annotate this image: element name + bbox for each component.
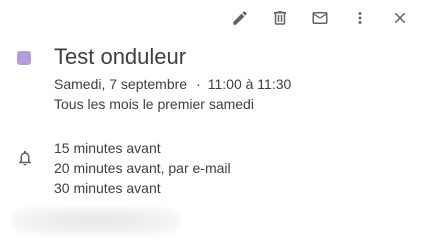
event-toolbar xyxy=(220,6,420,30)
reminder-item: 15 minutes avant xyxy=(54,140,161,156)
close-button[interactable] xyxy=(380,6,420,30)
pencil-icon xyxy=(231,9,249,27)
bell-icon xyxy=(16,149,34,167)
close-icon xyxy=(391,9,409,27)
event-date: Samedi, 7 septembre xyxy=(54,76,188,92)
more-options-button[interactable] xyxy=(340,6,380,30)
event-details-card: Test onduleur Samedi, 7 septembre · 11:00 … xyxy=(0,0,422,249)
more-vert-icon xyxy=(351,9,369,27)
reminder-item: 30 minutes avant xyxy=(54,180,161,196)
redacted-calendar-owner xyxy=(12,207,180,235)
edit-button[interactable] xyxy=(220,6,260,30)
event-date-time: Samedi, 7 septembre · 11:00 à 11:30 xyxy=(54,75,291,93)
event-title: Test onduleur xyxy=(54,44,187,69)
event-color-swatch xyxy=(17,51,31,65)
reminder-list: 15 minutes avant 20 minutes avant, par e… xyxy=(54,138,231,198)
reminder-item: 20 minutes avant, par e-mail xyxy=(54,160,231,176)
trash-icon xyxy=(271,9,289,27)
event-time: 11:00 à 11:30 xyxy=(207,76,292,92)
date-time-separator: · xyxy=(196,76,201,92)
delete-button[interactable] xyxy=(260,6,300,30)
email-button[interactable] xyxy=(300,6,340,30)
event-recurrence: Tous les mois le premier samedi xyxy=(54,96,254,112)
mail-icon xyxy=(311,9,329,27)
